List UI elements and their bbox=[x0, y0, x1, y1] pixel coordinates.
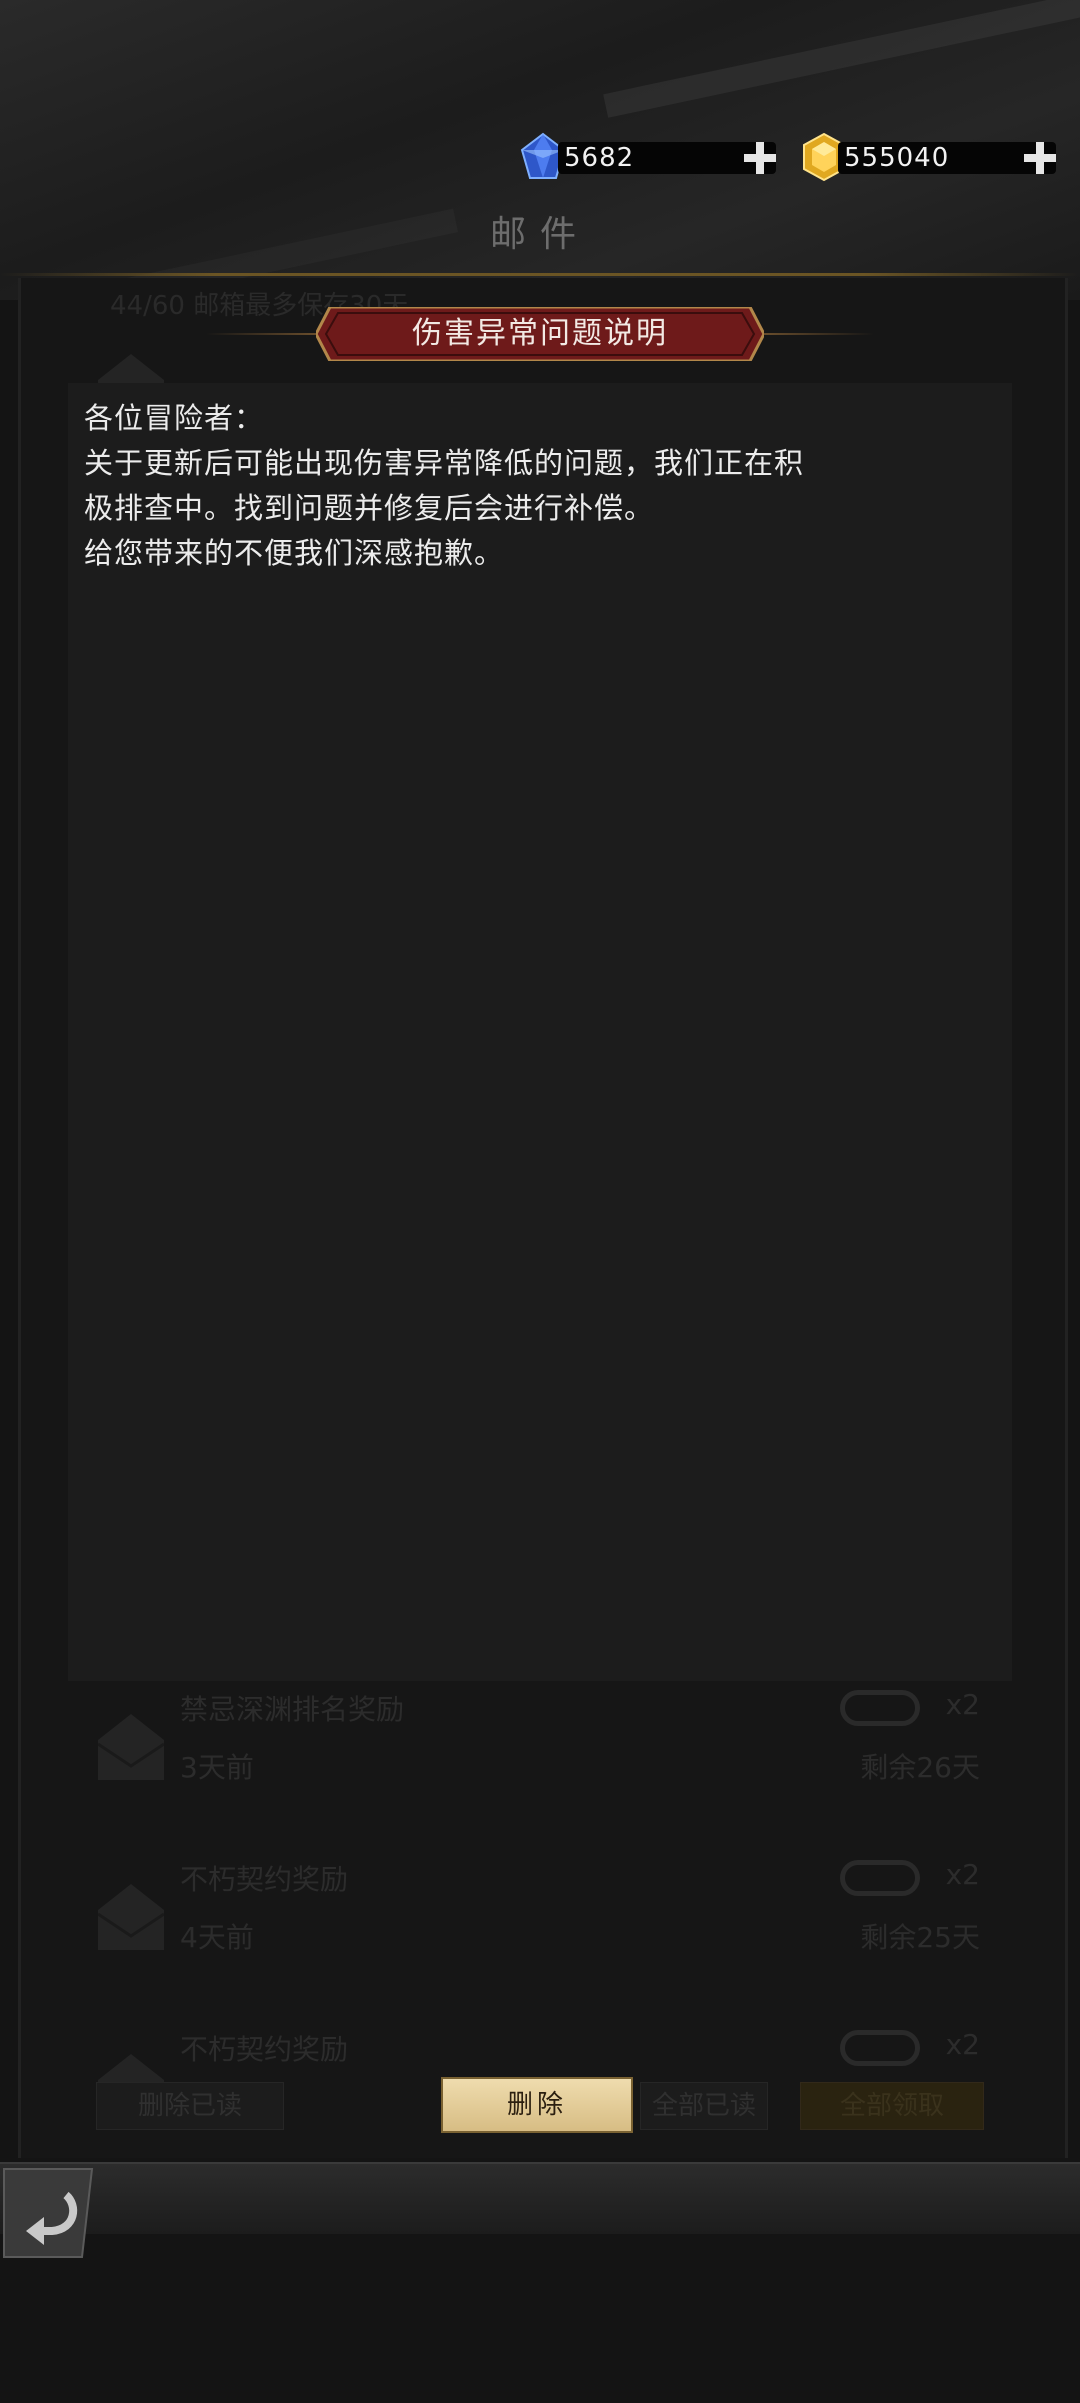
gold-amount: 555040 bbox=[844, 143, 950, 173]
bottom-bar bbox=[0, 2162, 1080, 2234]
dialog-panel bbox=[68, 383, 1012, 1681]
attachment-qty: x2 bbox=[945, 2028, 980, 2061]
mail-age: 3天前 bbox=[180, 1751, 254, 1784]
mark-all-read-button[interactable]: 全部已读 bbox=[640, 2082, 768, 2130]
attachment-icon bbox=[840, 2030, 920, 2066]
delete-read-button[interactable]: 删除已读 bbox=[96, 2082, 284, 2130]
page-title: 邮件 bbox=[489, 214, 590, 255]
attachment-icon bbox=[840, 1690, 920, 1726]
gem-currency: 5682 bbox=[518, 132, 776, 179]
message-line: 关于更新后可能出现伤害异常降低的问题，我们正在积 bbox=[84, 446, 805, 480]
mail-remaining: 剩余25天 bbox=[860, 1921, 980, 1954]
add-gems-button[interactable] bbox=[740, 138, 780, 178]
title-divider bbox=[0, 273, 1080, 276]
gem-amount: 5682 bbox=[564, 143, 635, 173]
mail-subject: 不朽契约奖励 bbox=[180, 1863, 349, 1896]
mail-age: 4天前 bbox=[180, 1921, 254, 1954]
dialog-message: 各位冒险者： 关于更新后可能出现伤害异常降低的问题，我们正在积 极排查中。找到问… bbox=[84, 396, 996, 576]
message-line: 极排查中。找到问题并修复后会进行补偿。 bbox=[84, 491, 655, 525]
envelope-icon bbox=[98, 1884, 164, 1950]
message-greeting: 各位冒险者： bbox=[84, 401, 265, 435]
back-button[interactable] bbox=[0, 2165, 96, 2261]
claim-all-button[interactable]: 全部领取 bbox=[800, 2082, 984, 2130]
attachment-icon bbox=[840, 1860, 920, 1896]
banner-line-left bbox=[206, 333, 318, 335]
delete-button[interactable]: 删除 bbox=[441, 2077, 633, 2133]
mail-subject: 不朽契约奖励 bbox=[180, 2033, 349, 2066]
mail-remaining: 剩余26天 bbox=[860, 1751, 980, 1784]
mail-row[interactable]: 不朽契约奖励 4天前 剩余25天 x2 bbox=[0, 1830, 1080, 2000]
envelope-icon bbox=[98, 1714, 164, 1780]
attachment-qty: x2 bbox=[945, 1858, 980, 1891]
mail-subject: 禁忌深渊排名奖励 bbox=[180, 1693, 405, 1726]
add-gold-button[interactable] bbox=[1020, 138, 1060, 178]
back-arrow-icon bbox=[3, 2168, 94, 2258]
dialog-title: 伤害异常问题说明 bbox=[412, 316, 668, 351]
attachment-qty: x2 bbox=[945, 1688, 980, 1721]
banner-line-right bbox=[762, 333, 874, 335]
mail-row[interactable]: 禁忌深渊排名奖励 3天前 剩余26天 x2 bbox=[0, 1660, 1080, 1830]
message-line: 给您带来的不便我们深感抱歉。 bbox=[84, 536, 505, 570]
